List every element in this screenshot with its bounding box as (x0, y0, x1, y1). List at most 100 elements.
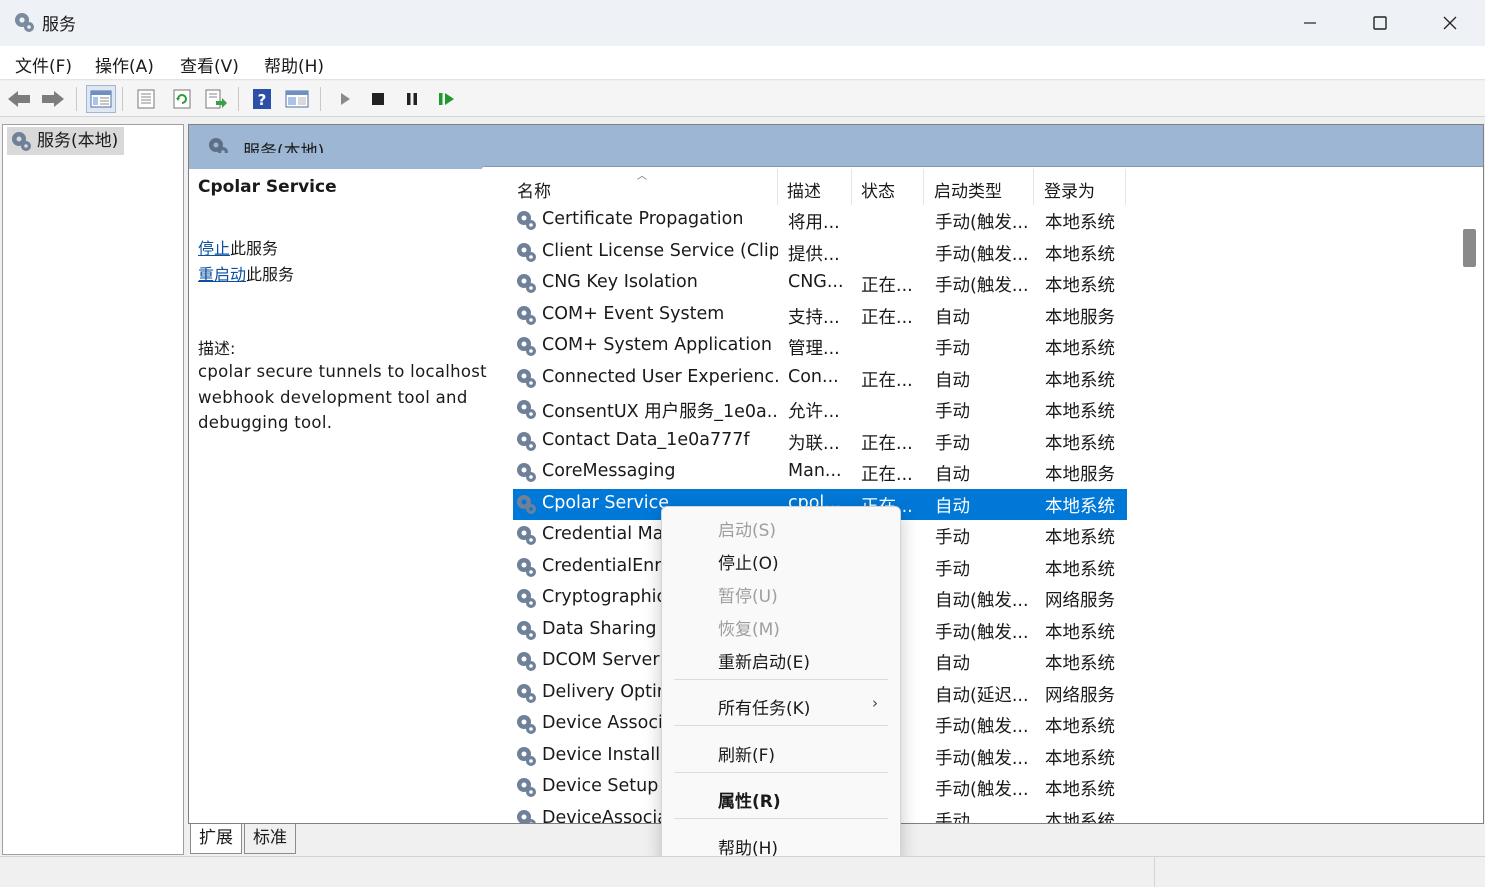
view-toolbar-button[interactable] (282, 85, 312, 113)
service-description-cell: Man... (788, 461, 842, 481)
close-button[interactable] (1415, 0, 1485, 46)
service-logon-cell: 本地系统 (1045, 370, 1115, 391)
service-startup-cell: 自动(触发... (935, 591, 1029, 611)
column-header-status[interactable]: 状态 (861, 177, 895, 202)
svg-text:?: ? (258, 91, 267, 109)
service-logon-cell: 本地系统 (1045, 496, 1115, 517)
service-logon-cell: 本地系统 (1045, 433, 1115, 454)
service-row[interactable]: COM+ Event System 支持... 正在... 自动 本地服务 (513, 300, 1127, 332)
service-status-cell: 正在... (861, 307, 913, 328)
service-logon-cell: 本地服务 (1045, 465, 1115, 485)
service-gear-icon (515, 776, 537, 803)
service-row[interactable]: ConsentUX 用户服务_1e0a... 允许... 手动 本地系统 (513, 394, 1127, 426)
service-startup-cell: 手动(触发... (935, 276, 1029, 296)
service-row[interactable]: Connected User Experienc... Con... 正在... 自动… (513, 363, 1127, 395)
service-startup-cell: 手动 (935, 528, 970, 548)
column-header-name[interactable]: 名称 (517, 177, 551, 202)
menu-separator (674, 725, 888, 726)
stop-service-button[interactable] (363, 85, 393, 113)
service-row[interactable]: COM+ System Application 管理... 手动 本地系统 (513, 331, 1127, 363)
restart-service-button[interactable] (432, 85, 462, 113)
service-logon-cell: 本地系统 (1045, 244, 1115, 265)
start-service-button[interactable] (330, 85, 360, 113)
service-row[interactable]: CNG Key Isolation CNG... 正在... 手动(触发... 本地系统 (513, 268, 1127, 300)
help-icon: ? (253, 89, 271, 109)
column-header-startup-type[interactable]: 启动类型 (934, 177, 1002, 202)
service-row[interactable]: Client License Service (Clip... 提供... 手动(触… (513, 237, 1127, 269)
services-list: 名称 ︿ 描述 状态 启动类型 登录为 Certificate Propagat… (509, 169, 1465, 823)
tab-standard[interactable]: 标准 (244, 824, 296, 854)
export-list-button[interactable] (201, 85, 231, 113)
properties-toolbar-button[interactable] (131, 85, 161, 113)
menu-separator (674, 818, 888, 819)
menu-all-tasks[interactable]: 所有任务(K) (718, 694, 810, 719)
back-button[interactable] (4, 85, 34, 113)
menu-pause[interactable]: 暂停(U) (718, 582, 778, 607)
menu-properties[interactable]: 属性(R) (718, 787, 781, 812)
service-startup-cell: 手动 (935, 339, 970, 359)
service-startup-cell: 手动 (935, 433, 970, 454)
menu-start[interactable]: 启动(S) (718, 516, 776, 541)
scrollbar-thumb[interactable] (1463, 229, 1476, 267)
forward-button[interactable] (38, 85, 68, 113)
minimize-button[interactable] (1275, 0, 1345, 46)
service-description-cell: 将用... (788, 213, 840, 233)
menu-file[interactable]: 文件(F) (15, 52, 72, 77)
service-startup-cell: 手动(触发... (935, 717, 1029, 737)
menu-action[interactable]: 操作(A) (95, 52, 154, 77)
service-gear-icon (515, 619, 537, 646)
service-name-cell: COM+ System Application (542, 335, 772, 355)
menu-restart[interactable]: 重新启动(E) (718, 648, 810, 673)
service-status-cell: 正在... (861, 433, 913, 454)
help-toolbar-button[interactable]: ? (247, 85, 277, 113)
menu-refresh[interactable]: 刷新(F) (718, 741, 775, 766)
service-gear-icon (515, 241, 537, 268)
service-description-cell: 允许... (788, 402, 840, 422)
service-logon-cell: 本地系统 (1045, 780, 1115, 800)
service-startup-cell: 手动(触发... (935, 213, 1029, 233)
menu-help[interactable]: 帮助(H) (264, 52, 324, 77)
column-header-log-on-as[interactable]: 登录为 (1044, 177, 1095, 202)
service-gear-icon (515, 272, 537, 299)
pause-service-button[interactable] (397, 85, 427, 113)
forward-arrow-icon (42, 91, 64, 107)
tab-extended[interactable]: 扩展 (190, 824, 242, 854)
service-logon-cell: 本地系统 (1045, 654, 1115, 674)
service-name-cell: Certificate Propagation (542, 209, 744, 229)
service-gear-icon (515, 682, 537, 709)
service-startup-cell: 手动 (935, 559, 970, 580)
column-divider (851, 169, 852, 205)
service-logon-cell: 本地系统 (1045, 559, 1115, 580)
service-status-cell: 正在... (861, 370, 913, 391)
console-tree: 服务(本地) (2, 124, 184, 855)
toolbar-separator (320, 87, 321, 111)
description-label: 描述: (198, 339, 236, 358)
service-row[interactable]: CoreMessaging Man... 正在... 自动 本地服务 (513, 457, 1127, 489)
menu-resume[interactable]: 恢复(M) (718, 615, 780, 640)
column-divider (923, 169, 924, 205)
menu-separator (674, 772, 888, 773)
title-bar: 服务 (0, 0, 1485, 46)
service-startup-cell: 自动 (935, 654, 970, 674)
show-hide-tree-button[interactable] (86, 85, 116, 113)
stop-service-link[interactable]: 停止 (198, 239, 230, 258)
tree-item-services-local[interactable]: 服务(本地) (7, 127, 125, 155)
service-logon-cell: 本地系统 (1045, 622, 1115, 643)
service-gear-icon (515, 461, 537, 488)
maximize-button[interactable] (1345, 0, 1415, 46)
service-row[interactable]: Contact Data_1e0a777f 为联... 正在... 手动 本地系统 (513, 426, 1127, 458)
header-tab-shape (189, 153, 497, 169)
service-row[interactable]: Certificate Propagation 将用... 手动(触发... 本地系统 (513, 205, 1127, 237)
column-header-description[interactable]: 描述 (787, 177, 821, 202)
service-gear-icon (515, 713, 537, 740)
refresh-toolbar-button[interactable] (167, 85, 197, 113)
service-description-cell: 为联... (788, 433, 840, 454)
back-arrow-icon (8, 91, 30, 107)
menu-stop[interactable]: 停止(O) (718, 549, 779, 574)
vertical-scrollbar[interactable] (1459, 169, 1479, 823)
restart-service-link[interactable]: 重启动 (198, 265, 246, 284)
menu-view[interactable]: 查看(V) (180, 52, 239, 77)
toolbar-separator (76, 87, 77, 111)
gear-icon (10, 130, 32, 161)
console-tree-icon (90, 90, 112, 108)
